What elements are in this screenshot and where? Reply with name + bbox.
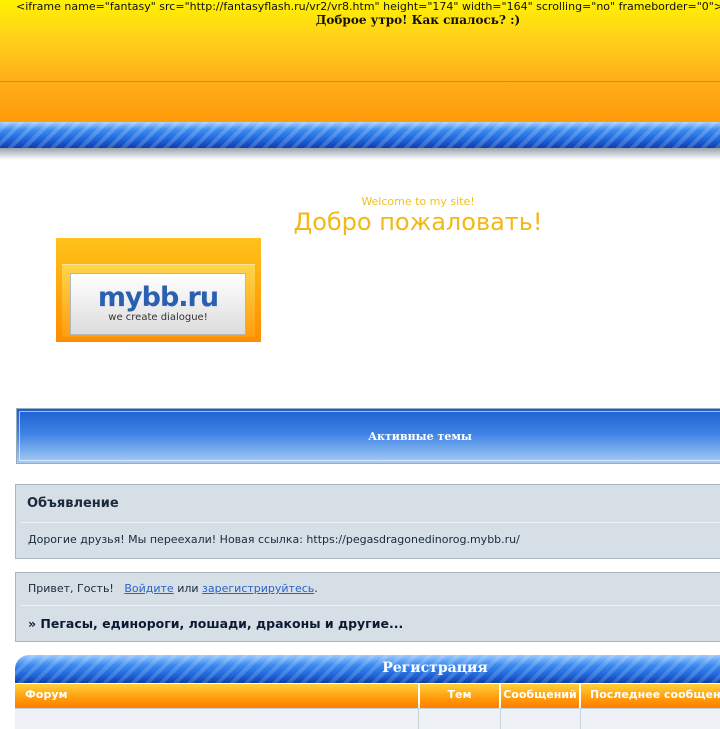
register-link[interactable]: зарегистрируйтесь [202,582,314,595]
column-posts: Сообщений [503,688,577,701]
welcome-subtitle: Welcome to my site! [361,195,475,208]
column-forum: Форум [25,688,68,701]
logo-text: mybb.ru [97,282,219,313]
mybb-logo-banner[interactable]: mybb.ru we create dialogue! [56,238,261,342]
header-divider [0,81,720,82]
guest-greeting-line: Привет, Гость! Войдите или зарегистрируй… [28,582,318,595]
active-topics-title[interactable]: Активные темы [17,430,720,443]
logo-slogan: we create dialogue! [108,312,208,323]
announcement-title: Объявление [27,496,119,511]
guest-greeting: Привет, Гость! [28,582,114,595]
header-greeting: Доброе утро! Как спалось? :) [315,13,521,27]
iframe-code-text: <iframe name="fantasy" src="http://fanta… [16,0,720,13]
column-last-post: Последнее сообщение [590,688,720,701]
logo-plate: mybb.ru we create dialogue! [70,273,246,335]
category-header: Регистрация [15,655,720,683]
header-shadow [0,148,720,160]
announcement-text: Дорогие друзья! Мы переехали! Новая ссыл… [28,533,520,546]
active-topics-panel: Активные темы [16,408,720,464]
board-title[interactable]: » Пегасы, единороги, лошади, драконы и д… [28,616,403,631]
announcement-divider [20,522,720,523]
category-title[interactable]: Регистрация [15,660,720,676]
column-topics: Тем [447,688,472,701]
welcome-title: Добро пожаловать! [293,208,543,236]
forum-table-header: Форум Тем Сообщений Последнее сообщение [15,684,720,708]
announcement-panel: Объявление Дорогие друзья! Мы переехали!… [15,484,720,559]
site-header: <iframe name="fantasy" src="http://fanta… [0,0,720,122]
guest-panel-divider [20,605,720,606]
header-blue-band [0,122,720,148]
login-link[interactable]: Войдите [124,582,173,595]
forum-row[interactable] [15,708,720,729]
or-text: или [177,582,199,595]
guest-welcome-panel: Привет, Гость! Войдите или зарегистрируй… [15,572,720,642]
period-text: . [314,582,318,595]
